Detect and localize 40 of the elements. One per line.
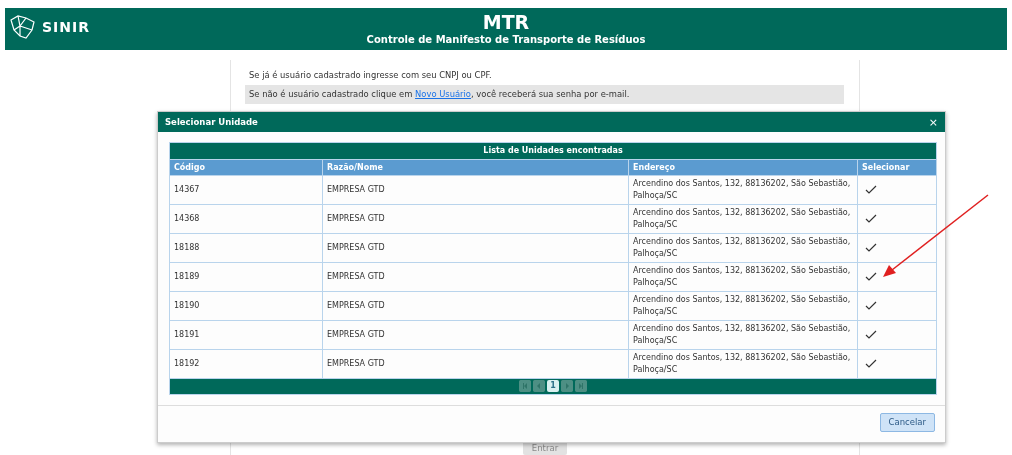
checkmark-icon[interactable]	[865, 359, 877, 368]
table-cell: EMPRESA GTD	[322, 233, 629, 263]
table-cell: Arcendino dos Santos, 132, 88136202, São Sebastião, Palhoça/SC	[628, 349, 858, 379]
table-cell: EMPRESA GTD	[322, 320, 629, 350]
page-subtitle: Controle de Manifesto de Transporte de Resíduos	[366, 33, 646, 46]
table-caption: Lista de Unidades encontradas	[169, 142, 937, 160]
checkmark-icon[interactable]	[865, 301, 877, 310]
close-button[interactable]: ×	[928, 116, 938, 128]
table-cell: EMPRESA GTD	[322, 175, 629, 205]
table-cell: EMPRESA GTD	[322, 291, 629, 321]
register-instruction: Se não é usuário cadastrado clique em Novo Usuário, você receberá sua senha por e-mail.	[245, 85, 844, 104]
table-cell: Arcendino dos Santos, 132, 88136202, São Sebastião, Palhoça/SC	[628, 320, 858, 350]
page-title: MTR	[482, 10, 530, 33]
table-cell: 18190	[169, 291, 323, 321]
table-cell: Arcendino dos Santos, 132, 88136202, São Sebastião, Palhoça/SC	[628, 291, 858, 321]
table-cell: EMPRESA GTD	[322, 204, 629, 234]
table-cell: 18191	[169, 320, 323, 350]
table-cell: Arcendino dos Santos, 132, 88136202, São Sebastião, Palhoça/SC	[628, 233, 858, 263]
checkmark-icon[interactable]	[865, 214, 877, 223]
checkmark-icon[interactable]	[865, 185, 877, 194]
table-cell: EMPRESA GTD	[322, 262, 629, 292]
logo-text: SINIR	[42, 17, 90, 37]
map-network-icon	[8, 12, 38, 42]
cancel-button[interactable]: Cancelar	[879, 413, 935, 432]
new-user-link[interactable]: Novo Usuário	[415, 89, 471, 99]
table-cell: 14367	[169, 175, 323, 205]
page-button[interactable]: 1	[547, 380, 559, 393]
table-cell: EMPRESA GTD	[322, 349, 629, 379]
checkmark-icon[interactable]	[865, 330, 877, 339]
checkmark-icon[interactable]	[865, 272, 877, 281]
login-instruction: Se já é usuário cadastrado ingresse com seu CNPJ ou CPF.	[249, 70, 492, 80]
table-cell: 14368	[169, 204, 323, 234]
table-cell: Arcendino dos Santos, 132, 88136202, São Sebastião, Palhoça/SC	[628, 175, 858, 205]
table-cell: 18189	[169, 262, 323, 292]
table-cell: 18188	[169, 233, 323, 263]
checkmark-icon[interactable]	[865, 243, 877, 252]
table-cell: Arcendino dos Santos, 132, 88136202, São Sebastião, Palhoça/SC	[628, 204, 858, 234]
modal-title: Selecionar Unidade	[165, 115, 258, 129]
table-cell: 18192	[169, 349, 323, 379]
table-cell: Arcendino dos Santos, 132, 88136202, São Sebastião, Palhoça/SC	[628, 262, 858, 292]
